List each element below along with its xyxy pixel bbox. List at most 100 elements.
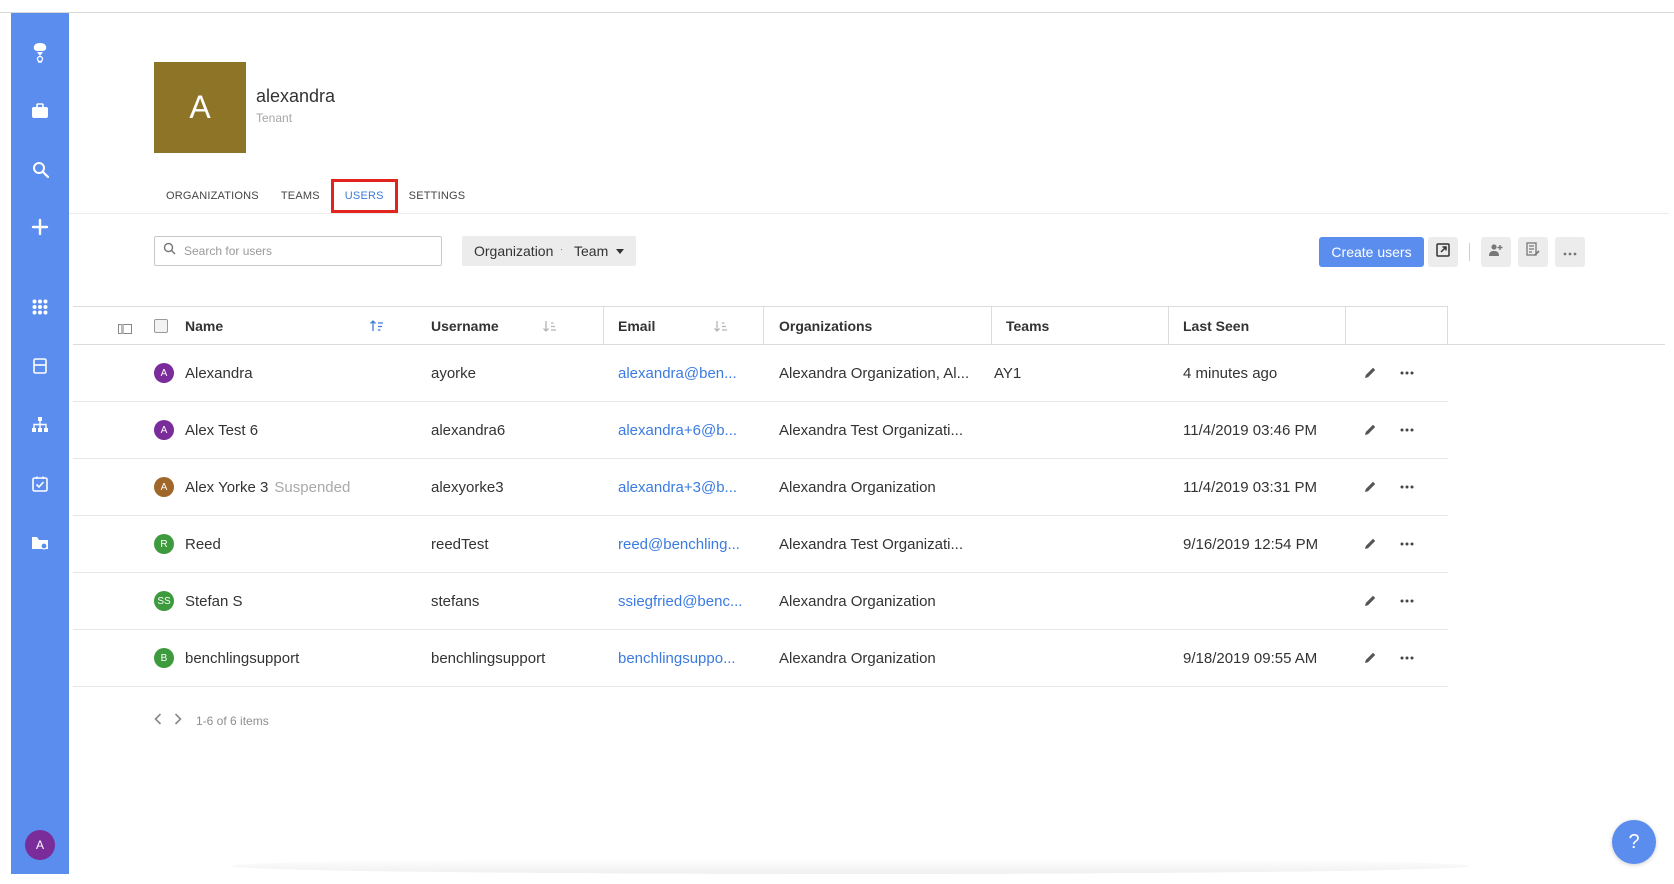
email-link[interactable]: ssiegfried@benc... xyxy=(618,573,742,629)
team-filter-dropdown[interactable]: Team xyxy=(562,236,637,266)
benchling-logo-icon[interactable] xyxy=(11,39,69,67)
footer-shadow xyxy=(230,858,1470,874)
status-label: Suspended xyxy=(274,478,351,496)
search-icon[interactable] xyxy=(11,155,69,183)
next-page-icon[interactable] xyxy=(174,712,182,730)
row-more-icon[interactable] xyxy=(1397,534,1417,554)
column-header-organizations[interactable]: Organizations xyxy=(779,307,872,345)
tenant-type: Tenant xyxy=(256,111,293,125)
tab-users[interactable]: USERS xyxy=(330,179,398,213)
select-all-checkbox[interactable] xyxy=(154,319,168,333)
prev-page-icon[interactable] xyxy=(154,712,162,730)
apps-grid-icon[interactable] xyxy=(11,293,69,321)
sort-ascending-icon[interactable] xyxy=(370,319,384,337)
name-cell: A Alex Test 6 xyxy=(154,402,258,458)
user-name[interactable]: benchlingsupport xyxy=(185,650,299,667)
column-header-teams[interactable]: Teams xyxy=(1006,307,1049,345)
user-name[interactable]: Stefan S xyxy=(185,593,243,610)
column-divider xyxy=(991,307,992,345)
checkbox-task-icon[interactable] xyxy=(11,470,69,498)
organization-filter-label: Organization xyxy=(474,243,554,259)
add-users-button[interactable] xyxy=(1481,237,1511,267)
table-row[interactable]: R Reed reedTest reed@benchling... Alexandra … xyxy=(73,516,1448,573)
tab-settings[interactable]: SETTINGS xyxy=(398,179,477,213)
last-seen-cell: 11/4/2019 03:31 PM xyxy=(1183,478,1317,496)
last-seen-cell: 11/4/2019 03:46 PM xyxy=(1183,421,1317,439)
search-icon xyxy=(163,242,176,260)
more-options-button[interactable] xyxy=(1555,237,1585,267)
search-box[interactable] xyxy=(154,236,442,266)
column-header-name[interactable]: Name xyxy=(185,307,223,345)
organizations-cell: Alexandra Organization xyxy=(779,478,936,496)
table-row[interactable]: SS Stefan S stefans ssiegfried@benc... Alexa… xyxy=(73,573,1448,630)
row-more-icon[interactable] xyxy=(1397,420,1417,440)
username-cell: ayorke xyxy=(431,364,477,382)
edit-icon[interactable] xyxy=(1360,477,1380,497)
column-header-email[interactable]: Email xyxy=(618,307,655,345)
team-filter-label: Team xyxy=(574,243,609,259)
name-cell: SS Stefan S xyxy=(154,573,243,629)
user-name[interactable]: Alexandra xyxy=(185,365,253,382)
tab-bar: ORGANIZATIONS TEAMS USERS SETTINGS xyxy=(155,179,476,213)
name-cell: Bbenchlingsupport xyxy=(154,630,299,686)
email-link[interactable]: alexandra+6@b... xyxy=(618,402,737,458)
more-icon xyxy=(1563,243,1577,261)
tab-teams[interactable]: TEAMS xyxy=(270,179,331,213)
username-cell: reedTest xyxy=(431,535,489,553)
table-row[interactable]: A Alex Yorke 3 Suspended alexyorke3 alexandr… xyxy=(73,459,1448,516)
column-header-username[interactable]: Username xyxy=(431,307,499,345)
folder-settings-icon[interactable] xyxy=(11,529,69,557)
name-cell: R Reed xyxy=(154,516,221,572)
add-users-icon xyxy=(1488,243,1504,262)
row-more-icon[interactable] xyxy=(1397,363,1417,383)
teams-cell: AY1 xyxy=(994,364,1022,382)
email-link[interactable]: alexandra@ben... xyxy=(618,345,737,401)
edit-icon[interactable] xyxy=(1360,363,1380,383)
column-divider xyxy=(1345,307,1346,345)
column-divider xyxy=(603,307,604,345)
user-name[interactable]: Reed xyxy=(185,536,221,553)
pagination: 1-6 of 6 items xyxy=(154,713,269,729)
email-link[interactable]: alexandra+3@b... xyxy=(618,459,737,515)
notebook-icon[interactable] xyxy=(11,352,69,380)
current-user-avatar[interactable]: A xyxy=(25,830,55,860)
email-link[interactable]: benchlingsuppo... xyxy=(618,630,736,686)
search-input[interactable] xyxy=(184,244,424,258)
column-header-last-seen[interactable]: Last Seen xyxy=(1183,307,1249,345)
briefcase-icon[interactable] xyxy=(11,97,69,125)
export-button[interactable] xyxy=(1428,237,1458,267)
tab-divider xyxy=(69,213,1669,214)
user-name[interactable]: Alex Yorke 3 xyxy=(185,479,268,496)
bulk-edit-button[interactable] xyxy=(1518,237,1548,267)
sort-icon[interactable] xyxy=(543,319,557,337)
hierarchy-icon[interactable] xyxy=(11,411,69,439)
organizations-cell: Alexandra Test Organizati... xyxy=(779,421,963,439)
row-more-icon[interactable] xyxy=(1397,591,1417,611)
table-row[interactable]: A Alex Test 6 alexandra6 alexandra+6@b... Al… xyxy=(73,402,1448,459)
column-settings-icon[interactable] xyxy=(118,321,132,339)
row-more-icon[interactable] xyxy=(1397,477,1417,497)
row-more-icon[interactable] xyxy=(1397,648,1417,668)
help-button[interactable]: ? xyxy=(1612,820,1656,864)
pagination-count: 1-6 of 6 items xyxy=(196,714,269,728)
tab-organizations[interactable]: ORGANIZATIONS xyxy=(155,179,270,213)
plus-icon[interactable] xyxy=(11,213,69,241)
tenant-name: alexandra xyxy=(256,86,336,106)
name-cell: A Alexandra xyxy=(154,345,253,401)
table-row[interactable]: Bbenchlingsupport benchlingsupport benchli… xyxy=(73,630,1448,687)
user-avatar: R xyxy=(154,534,174,554)
table-row[interactable]: A Alexandra ayorke alexandra@ben... Alexandr… xyxy=(73,345,1448,402)
create-users-button[interactable]: Create users xyxy=(1319,237,1424,267)
user-name[interactable]: Alex Test 6 xyxy=(185,422,258,439)
last-seen-cell: 9/18/2019 09:55 AM xyxy=(1183,649,1318,667)
user-avatar: A xyxy=(154,363,174,383)
edit-icon[interactable] xyxy=(1360,534,1380,554)
user-avatar: SS xyxy=(154,591,174,611)
sidebar: A xyxy=(11,13,69,874)
edit-icon[interactable] xyxy=(1360,420,1380,440)
sort-icon[interactable] xyxy=(714,319,728,337)
top-border xyxy=(0,12,1674,13)
edit-icon[interactable] xyxy=(1360,591,1380,611)
edit-icon[interactable] xyxy=(1360,648,1380,668)
email-link[interactable]: reed@benchling... xyxy=(618,516,740,572)
